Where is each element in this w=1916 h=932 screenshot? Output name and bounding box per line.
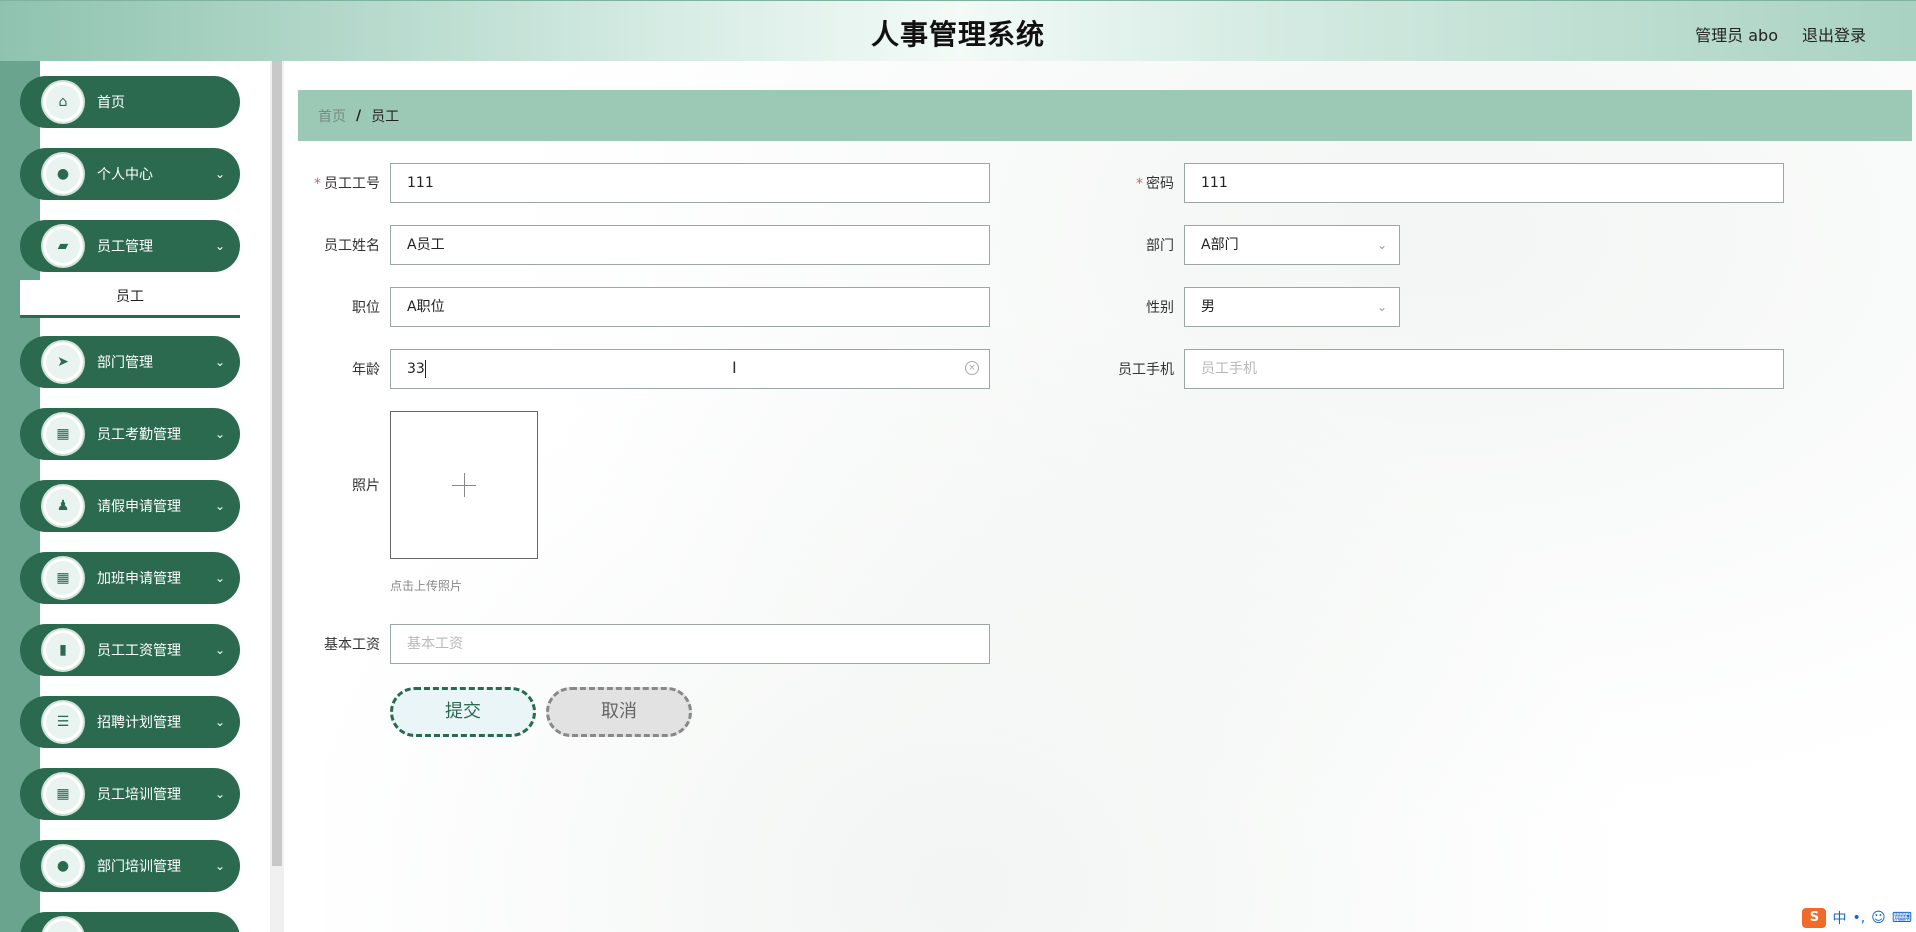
sidebar-item-recruit-mgmt[interactable]: ☰ 招聘计划管理 ⌄ <box>20 696 240 748</box>
plus-icon-vertical <box>463 473 465 497</box>
sidebar-item-label: 员工管理 <box>97 239 153 255</box>
chevron-down-icon: ⌄ <box>214 715 226 729</box>
breadcrumb-current: 员工 <box>371 108 400 125</box>
sidebar-item-more[interactable] <box>20 912 240 932</box>
required-marker: * <box>314 176 321 192</box>
send-icon: ➤ <box>43 342 83 382</box>
required-marker: * <box>1136 176 1143 192</box>
clear-icon[interactable]: × <box>965 361 979 375</box>
chevron-down-icon: ⌄ <box>214 571 226 585</box>
phone-label: 员工手机 <box>1118 362 1174 378</box>
sidebar-item-personal-center[interactable]: ● 个人中心 ⌄ <box>20 148 240 200</box>
position-input[interactable]: A职位 <box>390 287 990 327</box>
briefcase-icon: ▰ <box>43 226 83 266</box>
mouse-ibeam-icon: I <box>732 358 737 377</box>
department-label: 部门 <box>1146 238 1174 254</box>
sidebar-item-attendance-mgmt[interactable]: ▦ 员工考勤管理 ⌄ <box>20 408 240 460</box>
chevron-down-icon: ⌄ <box>214 239 226 253</box>
chevron-down-icon: ⌄ <box>214 167 226 181</box>
chevron-down-icon: ⌄ <box>214 355 226 369</box>
grid-icon: ▦ <box>43 558 83 598</box>
cancel-button[interactable]: 取消 <box>546 687 692 737</box>
gender-label: 性别 <box>1146 300 1174 316</box>
sidebar-item-overtime-mgmt[interactable]: ▦ 加班申请管理 ⌄ <box>20 552 240 604</box>
chevron-down-icon: ⌄ <box>214 499 226 513</box>
sidebar: ⌂ 首页 ● 个人中心 ⌄ ▰ 员工管理 ⌄ 员工 ➤ 部门管理 ⌄ ▦ 员工考… <box>0 61 284 932</box>
position-label: 职位 <box>352 300 380 316</box>
list-icon: ☰ <box>43 702 83 742</box>
age-input[interactable]: 33 × <box>390 349 990 389</box>
breadcrumb-home[interactable]: 首页 <box>318 106 346 126</box>
sidebar-item-label: 员工工资管理 <box>97 643 181 659</box>
logout-link[interactable]: 退出登录 <box>1802 22 1866 46</box>
sidebar-item-home[interactable]: ⌂ 首页 <box>20 76 240 128</box>
photo-label: 照片 <box>352 478 380 494</box>
sidebar-item-label: 加班申请管理 <box>97 571 181 587</box>
department-select[interactable]: A部门 ⌄ <box>1184 225 1400 265</box>
sidebar-item-label: 员工培训管理 <box>97 787 181 803</box>
user-icon: ● <box>43 846 83 886</box>
password-input[interactable]: 111 <box>1184 163 1784 203</box>
breadcrumb-separator: / <box>356 107 362 124</box>
header-user-area: 管理员 abo 退出登录 <box>1695 22 1866 46</box>
sidebar-item-label: 个人中心 <box>97 167 153 183</box>
photo-upload-hint: 点击上传照片 <box>390 579 463 593</box>
sidebar-item-dept-mgmt[interactable]: ➤ 部门管理 ⌄ <box>20 336 240 388</box>
emp-name-input[interactable]: A员工 <box>390 225 990 265</box>
sidebar-item-salary-mgmt[interactable]: ▮ 员工工资管理 ⌄ <box>20 624 240 676</box>
text-caret <box>425 360 426 378</box>
emp-name-label: 员工姓名 <box>324 238 380 254</box>
sidebar-item-label: 部门管理 <box>97 355 153 371</box>
phone-input[interactable]: 员工手机 <box>1184 349 1784 389</box>
chevron-down-icon: ⌄ <box>1376 238 1387 252</box>
age-label: 年龄 <box>352 362 380 378</box>
grid-icon: ▦ <box>43 414 83 454</box>
user-icon: ● <box>43 154 83 194</box>
sidebar-item-training-mgmt[interactable]: ▦ 员工培训管理 ⌄ <box>20 768 240 820</box>
stamp-icon: ♟ <box>43 486 83 526</box>
main-content: 首页 / 员工 * 员工工号 111 * 密码 111 员工姓名 A员工 部门 A部… <box>284 61 1916 932</box>
emp-no-input[interactable]: 111 <box>390 163 990 203</box>
chevron-down-icon: ⌄ <box>1376 300 1387 314</box>
chevron-down-icon: ⌄ <box>214 427 226 441</box>
chevron-down-icon: ⌄ <box>214 787 226 801</box>
more-icon <box>43 918 83 932</box>
breadcrumb: 首页 / 员工 <box>298 90 1912 141</box>
password-label: * 密码 <box>1136 176 1174 192</box>
department-value: A部门 <box>1201 237 1239 253</box>
gender-value: 男 <box>1201 299 1215 315</box>
sidebar-item-label: 首页 <box>97 95 125 111</box>
chevron-down-icon: ⌄ <box>214 859 226 873</box>
sidebar-subitem-employee[interactable]: 员工 <box>20 280 240 318</box>
current-user: 管理员 abo <box>1695 26 1778 45</box>
sidebar-item-label: 员工考勤管理 <box>97 427 181 443</box>
bar-chart-icon: ▮ <box>43 630 83 670</box>
sidebar-item-leave-mgmt[interactable]: ♟ 请假申请管理 ⌄ <box>20 480 240 532</box>
photo-upload-box[interactable] <box>390 411 538 559</box>
grid-icon: ▦ <box>43 774 83 814</box>
ime-language-toggle[interactable]: 中 <box>1832 908 1846 928</box>
sogou-ime-icon[interactable]: S <box>1802 908 1827 928</box>
sidebar-item-employee-mgmt[interactable]: ▰ 员工管理 ⌄ <box>20 220 240 272</box>
submit-button[interactable]: 提交 <box>390 687 536 737</box>
home-icon: ⌂ <box>43 82 83 122</box>
ime-punctuation-toggle[interactable]: •, <box>1852 910 1865 926</box>
salary-input[interactable]: 基本工资 <box>390 624 990 664</box>
age-value: 33 <box>407 361 425 377</box>
top-header: 人事管理系统 管理员 abo 退出登录 <box>0 0 1916 61</box>
gender-select[interactable]: 男 ⌄ <box>1184 287 1400 327</box>
sidebar-item-label: 请假申请管理 <box>97 499 181 515</box>
emoji-icon[interactable]: ☺ <box>1871 910 1886 926</box>
app-title: 人事管理系统 <box>870 18 1045 51</box>
salary-label: 基本工资 <box>324 637 380 653</box>
sidebar-item-label: 招聘计划管理 <box>97 715 181 731</box>
emp-no-label: * 员工工号 <box>314 176 380 192</box>
keyboard-icon[interactable]: ⌨ <box>1892 910 1912 926</box>
chevron-down-icon: ⌄ <box>214 643 226 657</box>
sidebar-item-dept-training-mgmt[interactable]: ● 部门培训管理 ⌄ <box>20 840 240 892</box>
ime-toolbar: S 中 •, ☺ ⌨ <box>1802 908 1912 928</box>
sidebar-scrollbar-thumb[interactable] <box>272 61 282 866</box>
sidebar-item-label: 部门培训管理 <box>97 859 181 875</box>
